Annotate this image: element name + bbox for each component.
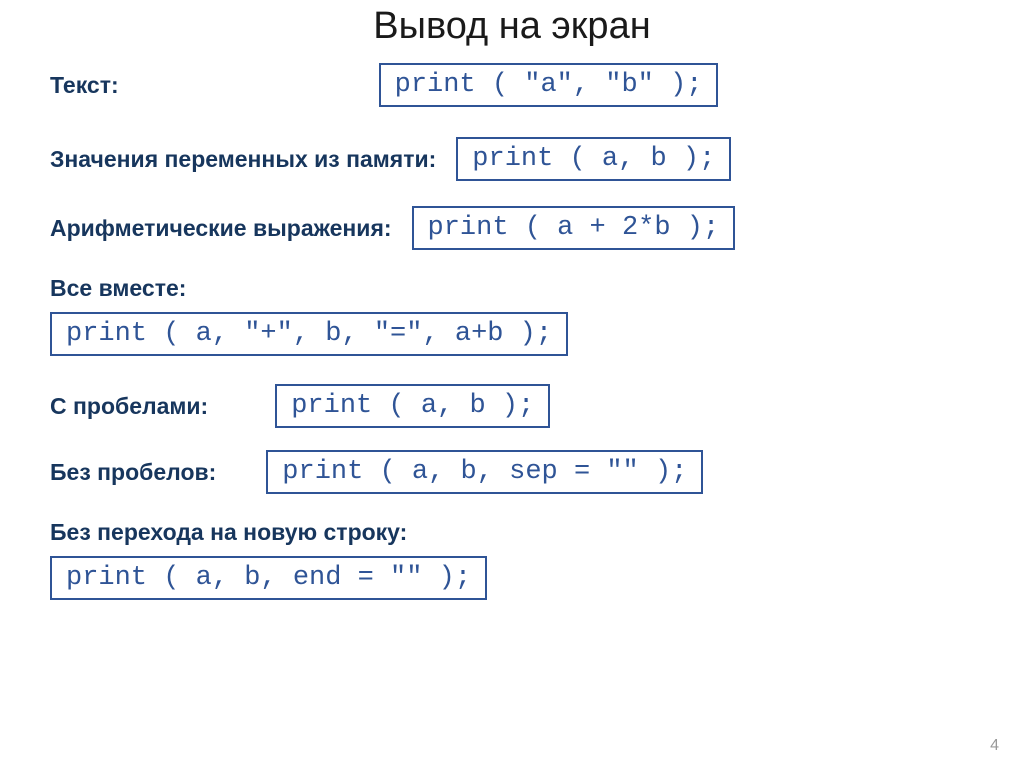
row-variables: Значения переменных из памяти: print ( a… — [50, 137, 974, 181]
label-variables: Значения переменных из памяти: — [50, 146, 436, 173]
code-text: print ( "a", "b" ); — [379, 63, 719, 107]
label-no-newline: Без перехода на новую строку: — [50, 519, 974, 546]
code-arithmetic: print ( a + 2*b ); — [412, 206, 736, 250]
code-combined: print ( a, "+", b, "=", a+b ); — [50, 312, 568, 356]
page-number: 4 — [990, 737, 999, 755]
content-area: Текст: print ( "a", "b" ); Значения пере… — [0, 63, 1024, 600]
row-without-spaces: Без пробелов: print ( a, b, sep = "" ); — [50, 450, 974, 494]
slide-title: Вывод на экран — [0, 0, 1024, 63]
row-arithmetic: Арифметические выражения: print ( a + 2*… — [50, 206, 974, 250]
code-no-newline: print ( a, b, end = "" ); — [50, 556, 487, 600]
row-with-spaces: С пробелами: print ( a, b ); — [50, 384, 974, 428]
label-text: Текст: — [50, 72, 119, 99]
code-without-spaces: print ( a, b, sep = "" ); — [266, 450, 703, 494]
code-with-spaces: print ( a, b ); — [275, 384, 550, 428]
row-no-newline-code: print ( a, b, end = "" ); — [50, 556, 974, 600]
row-text: Текст: print ( "a", "b" ); — [50, 63, 974, 107]
label-without-spaces: Без пробелов: — [50, 459, 216, 486]
label-combined: Все вместе: — [50, 275, 974, 302]
label-arithmetic: Арифметические выражения: — [50, 215, 392, 242]
row-combined-code: print ( a, "+", b, "=", a+b ); — [50, 312, 974, 356]
label-with-spaces: С пробелами: — [50, 393, 208, 420]
code-variables: print ( a, b ); — [456, 137, 731, 181]
